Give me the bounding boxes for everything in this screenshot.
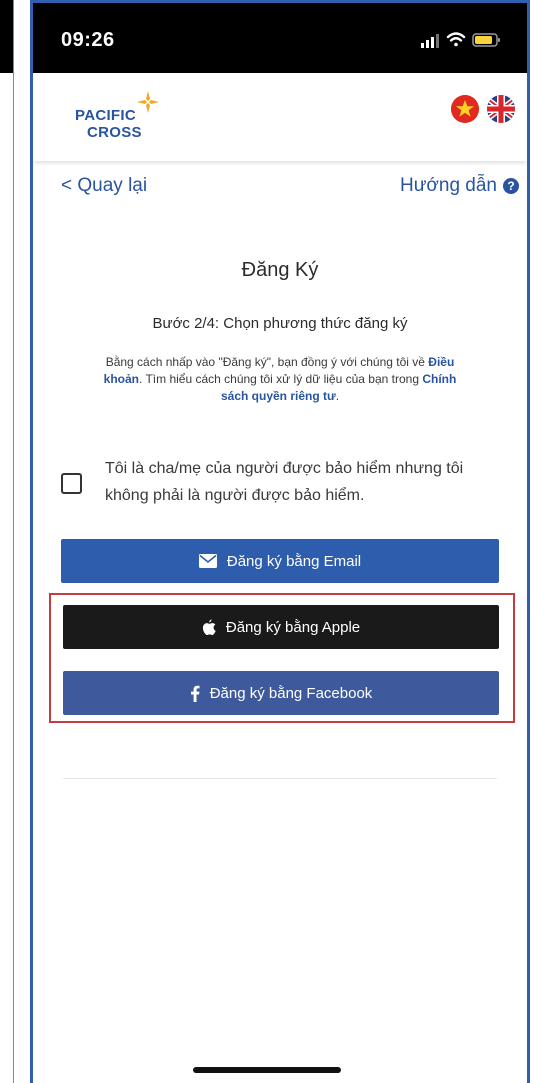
- envelope-icon: [198, 554, 217, 568]
- status-icons: [421, 31, 503, 49]
- register-email-label: Đăng ký bằng Email: [226, 552, 362, 570]
- logo-text-pacific: PACIFIC: [75, 107, 136, 124]
- parent-checkbox-row[interactable]: Tôi là cha/mẹ của người được bảo hiểm nh…: [61, 455, 507, 515]
- status-time: 09:26: [61, 29, 115, 51]
- divider: [63, 778, 497, 779]
- help-label: Hướng dẫn: [399, 175, 497, 196]
- help-link[interactable]: Hướng dẫn ?: [400, 175, 519, 197]
- facebook-icon: [190, 685, 200, 702]
- back-link[interactable]: < Quay lại: [61, 175, 147, 197]
- terms-notice: Bằng cách nhấp vào "Đăng ký", bạn đồng ý…: [103, 354, 457, 405]
- register-facebook-label: Đăng ký bằng Facebook: [209, 684, 373, 702]
- wifi-icon: [446, 32, 466, 47]
- battery-icon: [472, 33, 500, 47]
- logo-text-cross: CROSS: [87, 124, 142, 141]
- terms-text-2: . Tìm hiểu cách chúng tôi xử lý dữ liệu …: [139, 372, 419, 386]
- left-edge-line: [13, 0, 14, 1083]
- register-apple-label: Đăng ký bằng Apple: [225, 618, 361, 636]
- phone-screen: 09:26 PACIFIC CROSS < Quay lại Hướng dẫn…: [30, 0, 530, 1083]
- vietnamese-flag-icon[interactable]: [451, 95, 479, 123]
- left-edge-strip: [0, 0, 13, 73]
- parent-checkbox[interactable]: [61, 473, 82, 494]
- register-email-button[interactable]: Đăng ký bằng Email: [61, 539, 499, 583]
- app-header: PACIFIC CROSS: [33, 73, 527, 161]
- question-circle-icon: ?: [503, 178, 519, 194]
- navigation-bar: < Quay lại Hướng dẫn ?: [33, 169, 527, 201]
- apple-icon: [202, 619, 216, 635]
- register-apple-button[interactable]: Đăng ký bằng Apple: [63, 605, 499, 649]
- logo-star-icon: [137, 91, 159, 113]
- parent-checkbox-label: Tôi là cha/mẹ của người được bảo hiểm nh…: [105, 460, 464, 504]
- pacific-cross-logo: PACIFIC CROSS: [75, 91, 175, 147]
- home-indicator: [193, 1067, 341, 1073]
- page-title: Đăng Ký: [241, 259, 319, 281]
- terms-text-1: Bằng cách nhấp vào "Đăng ký", bạn đồng ý…: [105, 355, 425, 369]
- terms-text-3: .: [335, 389, 340, 403]
- uk-flag-icon[interactable]: [487, 95, 515, 123]
- signal-icon: [421, 34, 439, 48]
- step-indicator: Bước 2/4: Chọn phương thức đăng ký: [152, 315, 408, 332]
- register-facebook-button[interactable]: Đăng ký bằng Facebook: [63, 671, 499, 715]
- status-bar: 09:26: [33, 3, 527, 73]
